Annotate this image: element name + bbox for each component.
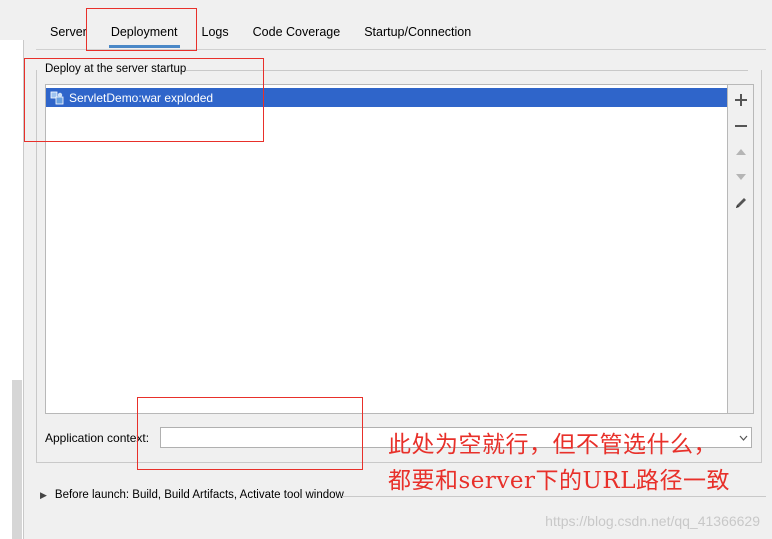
deploy-group-title: Deploy at the server startup	[45, 63, 187, 75]
plus-icon	[735, 94, 747, 106]
artifact-icon	[49, 90, 65, 106]
watermark: https://blog.csdn.net/qq_41366629	[545, 513, 760, 529]
before-launch-label: Before launch: Build, Build Artifacts, A…	[54, 489, 344, 501]
list-item-label: ServletDemo:war exploded	[69, 90, 214, 105]
before-launch-toggle[interactable]: ▶ Before launch: Build, Build Artifacts,…	[40, 489, 344, 501]
deploy-side-toolbar	[728, 84, 754, 414]
annotation-text-line2: 都要和server下的URL路径一致	[388, 468, 730, 494]
tab-bar: Server Deployment Logs Code Coverage Sta…	[38, 16, 483, 50]
move-down-button[interactable]	[731, 167, 751, 187]
arrow-down-icon	[736, 174, 746, 180]
list-item[interactable]: ServletDemo:war exploded	[46, 88, 727, 107]
move-up-button[interactable]	[731, 142, 751, 162]
pencil-icon	[736, 198, 746, 208]
left-scrollbar[interactable]	[12, 380, 22, 539]
expand-arrow-icon: ▶	[40, 489, 47, 500]
annotation-text-line1: 此处为空就行，但不管选什么，	[388, 432, 717, 458]
minus-icon	[735, 125, 747, 127]
tab-code-coverage[interactable]: Code Coverage	[241, 16, 353, 48]
app-context-label: Application context:	[45, 431, 150, 445]
chevron-down-icon[interactable]	[736, 429, 750, 446]
tab-logs[interactable]: Logs	[190, 16, 241, 48]
tab-server[interactable]: Server	[38, 16, 99, 48]
tab-divider	[36, 49, 766, 50]
run-config-window: Server Deployment Logs Code Coverage Sta…	[0, 0, 772, 539]
group-title-divider	[186, 70, 748, 71]
deploy-artifact-list[interactable]: ServletDemo:war exploded	[45, 84, 728, 414]
before-launch-divider	[342, 496, 766, 497]
edit-artifact-button[interactable]	[731, 193, 751, 213]
arrow-up-icon	[736, 149, 746, 155]
tab-deployment[interactable]: Deployment	[99, 16, 190, 48]
remove-artifact-button[interactable]	[731, 116, 751, 136]
tab-startup-connection[interactable]: Startup/Connection	[352, 16, 483, 48]
add-artifact-button[interactable]	[731, 90, 751, 110]
